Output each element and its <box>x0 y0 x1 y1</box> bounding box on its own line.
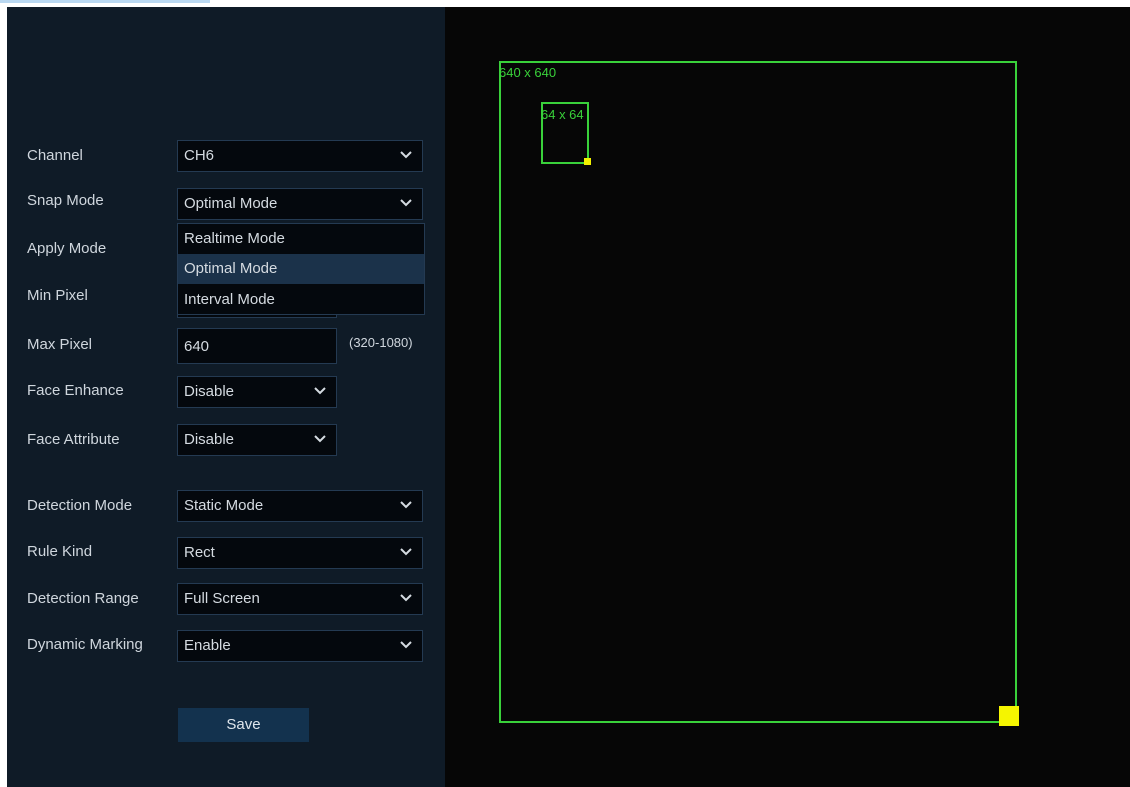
face-enhance-value: Disable <box>184 383 235 400</box>
chevron-down-icon <box>400 501 412 509</box>
max-pixel-range-hint: (320-1080) <box>349 335 413 350</box>
face-attribute-select[interactable]: Disable <box>177 424 337 456</box>
face-attribute-label: Face Attribute <box>27 431 120 448</box>
option-realtime-mode[interactable]: Realtime Mode <box>178 224 424 254</box>
min-pixel-input[interactable] <box>177 315 337 318</box>
rule-kind-select[interactable]: Rect <box>177 537 423 569</box>
snap-mode-label: Snap Mode <box>27 192 104 209</box>
channel-label: Channel <box>27 147 83 164</box>
channel-value: CH6 <box>184 147 215 164</box>
snap-mode-select[interactable]: Optimal Mode <box>177 188 423 220</box>
dynamic-marking-select[interactable]: Enable <box>177 630 423 662</box>
chevron-down-icon <box>400 641 412 649</box>
max-box-resize-handle[interactable] <box>999 706 1019 726</box>
snap-mode-value: Optimal Mode <box>184 195 278 212</box>
apply-mode-label: Apply Mode <box>27 240 107 257</box>
max-pixel-label: Max Pixel <box>27 336 93 353</box>
chevron-down-icon <box>400 548 412 556</box>
chevron-down-icon <box>314 435 326 443</box>
min-box-resize-handle[interactable] <box>584 158 591 165</box>
option-optimal-mode[interactable]: Optimal Mode <box>178 254 424 284</box>
face-enhance-label: Face Enhance <box>27 382 124 399</box>
option-label: Optimal Mode <box>184 260 278 277</box>
channel-select[interactable]: CH6 <box>177 140 423 172</box>
cropped-header-fragment <box>0 0 210 3</box>
face-attribute-value: Disable <box>184 431 235 448</box>
max-pixel-value: 640 <box>184 338 210 355</box>
max-pixel-input[interactable]: 640 <box>177 328 337 364</box>
chevron-down-icon <box>400 199 412 207</box>
min-pixel-box-label: 64 x 64 <box>541 107 584 122</box>
save-button[interactable]: Save <box>178 708 309 742</box>
dynamic-marking-label: Dynamic Marking <box>27 636 143 653</box>
option-interval-mode[interactable]: Interval Mode <box>178 285 424 315</box>
chevron-down-icon <box>400 151 412 159</box>
option-label: Realtime Mode <box>184 230 285 247</box>
detection-mode-value: Static Mode <box>184 497 264 514</box>
chevron-down-icon <box>400 594 412 602</box>
dynamic-marking-value: Enable <box>184 637 231 654</box>
detection-mode-label: Detection Mode <box>27 497 133 514</box>
top-strip <box>0 0 1130 7</box>
snap-mode-dropdown: Realtime Mode Optimal Mode Interval Mode <box>177 223 425 315</box>
chevron-down-icon <box>314 387 326 395</box>
detection-range-select[interactable]: Full Screen <box>177 583 423 615</box>
rule-kind-label: Rule Kind <box>27 543 93 560</box>
detection-range-label: Detection Range <box>27 590 139 607</box>
face-enhance-select[interactable]: Disable <box>177 376 337 408</box>
detection-range-value: Full Screen <box>184 590 260 607</box>
detection-mode-select[interactable]: Static Mode <box>177 490 423 522</box>
min-pixel-label: Min Pixel <box>27 287 88 304</box>
rule-kind-value: Rect <box>184 544 215 561</box>
max-pixel-box-label: 640 x 640 <box>499 65 557 80</box>
option-label: Interval Mode <box>184 291 275 308</box>
